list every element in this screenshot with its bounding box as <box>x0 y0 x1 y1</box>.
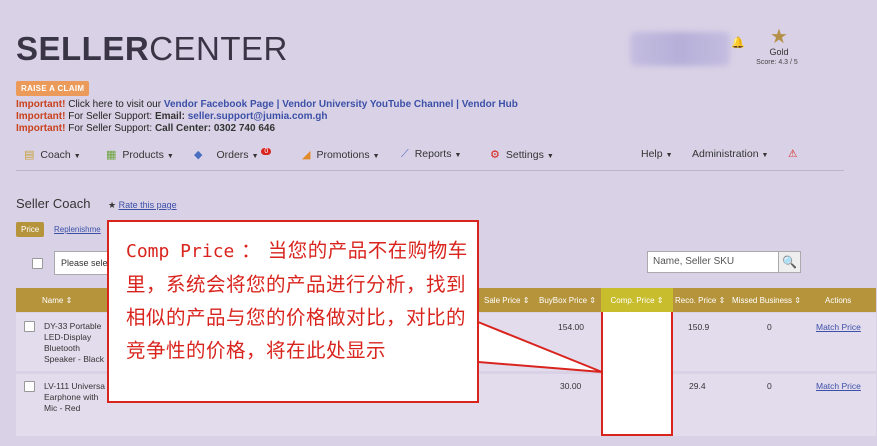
missed-business: 0 <box>767 322 772 332</box>
chart-icon: ⟋ <box>401 148 409 160</box>
bulk-action-select[interactable]: Please sele <box>54 251 112 275</box>
caret-down-icon: ▼ <box>761 152 769 159</box>
caret-down-icon: ▼ <box>73 153 81 160</box>
row-checkbox[interactable] <box>24 321 35 332</box>
reco-price: 29.4 <box>689 381 706 391</box>
nav-coach[interactable]: ▤ Coach ▼ <box>24 148 81 161</box>
callout-pointer <box>477 320 603 373</box>
caret-down-icon: ▼ <box>251 153 259 160</box>
rate-page-link[interactable]: Rate this page <box>119 200 177 210</box>
callout-arrow <box>472 320 603 373</box>
annotation-callout: Comp Price ： 当您的产品不在购物车里，系统会将您的产品进行分析，找到… <box>107 220 479 403</box>
nav-help[interactable]: Help ▼ <box>641 148 673 160</box>
search-input[interactable]: Name, Seller SKU <box>647 251 779 273</box>
grid-icon: ▦ <box>106 149 117 161</box>
blurred-account-name[interactable] <box>630 32 730 66</box>
nav-settings[interactable]: ⚙ Settings ▼ <box>490 148 554 161</box>
col-missed-business[interactable]: Missed Business ⇕ <box>732 296 801 305</box>
notice-social: Important! Click here to visit our Vendo… <box>16 99 518 110</box>
main-nav: ▤ Coach ▼ ▦ Products ▼ ◆ Orders ▼ 0 ◢ Promotion… <box>16 143 876 169</box>
nav-promotions[interactable]: ◢ Promotions ▼ <box>302 148 380 161</box>
row-checkbox[interactable] <box>24 381 35 392</box>
caret-down-icon: ▼ <box>372 153 380 160</box>
nav-orders[interactable]: ◆ Orders ▼ 0 <box>194 148 272 161</box>
support-email-link[interactable]: seller.support@jumia.com.gh <box>188 111 328 122</box>
nav-divider <box>16 170 844 171</box>
megaphone-icon: ◢ <box>302 149 311 161</box>
vendor-facebook-link[interactable]: Vendor Facebook Page <box>164 99 274 110</box>
badge-tier: Gold <box>769 47 789 57</box>
gear-icon: ⚙ <box>490 149 500 161</box>
match-price-link[interactable]: Match Price <box>816 322 861 332</box>
reco-price: 150.9 <box>688 322 710 332</box>
vendor-hub-link[interactable]: Vendor Hub <box>462 99 518 110</box>
badge-score: Score: 4.3 / 5 <box>756 59 798 66</box>
nav-reports[interactable]: ⟋ Reports ▼ <box>401 148 461 161</box>
coach-icon: ▤ <box>24 149 35 161</box>
user-alert-icon[interactable]: ⚠ <box>788 148 797 160</box>
notice-email: Important! For Seller Support: Email: se… <box>16 111 328 122</box>
callout-term: Comp Price <box>126 241 235 262</box>
seller-rating-badge: ★ Gold Score: 4.3 / 5 <box>756 27 802 67</box>
star-icon: ★ <box>770 26 788 48</box>
select-all-checkbox[interactable] <box>32 258 43 269</box>
caret-down-icon: ▼ <box>454 152 462 159</box>
page-title: Seller Coach <box>16 196 91 211</box>
orders-badge: 0 <box>261 148 272 155</box>
seller-center-logo[interactable]: SELLERCENTER <box>16 30 288 68</box>
search-icon[interactable]: 🔍 <box>778 251 801 273</box>
missed-business: 0 <box>767 381 772 391</box>
tab-replenishment[interactable]: Replenishme <box>54 225 101 234</box>
comp-price-column-highlight: Comp. Price ⇕ <box>601 288 673 436</box>
star-icon: ★ <box>108 200 119 210</box>
col-reco-price[interactable]: Reco. Price ⇕ <box>675 296 725 305</box>
caret-down-icon: ▼ <box>546 153 554 160</box>
tab-price[interactable]: Price <box>16 222 45 237</box>
col-actions: Actions <box>825 296 852 305</box>
match-price-link[interactable]: Match Price <box>816 381 861 391</box>
notice-call-center: Important! For Seller Support: Call Cent… <box>16 123 276 134</box>
bell-icon[interactable]: 🔔 <box>731 36 745 49</box>
buybox-price: 30.00 <box>560 381 582 391</box>
rate-page[interactable]: ★ Rate this page <box>108 200 177 211</box>
tag-icon: ◆ <box>194 149 203 161</box>
caret-down-icon: ▼ <box>166 153 174 160</box>
col-comp-price[interactable]: Comp. Price ⇕ <box>601 288 673 312</box>
raise-claim-button[interactable]: RAISE A CLAIM <box>16 81 90 96</box>
vendor-university-link[interactable]: Vendor University YouTube Channel <box>282 99 453 110</box>
nav-administration[interactable]: Administration ▼ <box>692 148 768 160</box>
caret-down-icon: ▼ <box>665 152 673 159</box>
nav-products[interactable]: ▦ Products ▼ <box>106 148 174 161</box>
col-name[interactable]: Name ⇕ <box>42 296 72 305</box>
